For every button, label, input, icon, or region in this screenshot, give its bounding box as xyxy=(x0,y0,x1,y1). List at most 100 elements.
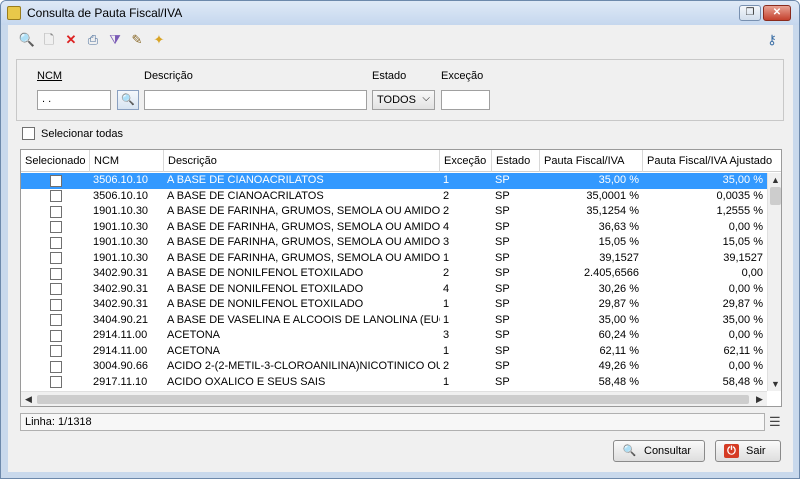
table-row[interactable]: 2914.11.00 ACETONA 1 SP 62,11 % 62,11 % xyxy=(21,344,767,360)
cell-excecao: 1 xyxy=(443,174,450,186)
table-row[interactable]: 3402.90.31 A BASE DE NONILFENOL ETOXILADO… xyxy=(21,297,767,313)
column-header-ncm[interactable]: NCM xyxy=(90,150,164,172)
ncm-input[interactable]: . . xyxy=(37,90,111,110)
row-checkbox[interactable] xyxy=(49,190,62,203)
table-row[interactable]: 3402.90.31 A BASE DE NONILFENOL ETOXILADO… xyxy=(21,282,767,298)
table-row[interactable]: 2914.11.00 ACETONA 3 SP 60,24 % 0,00 % xyxy=(21,328,767,344)
row-checkbox[interactable] xyxy=(49,314,62,327)
row-checkbox[interactable] xyxy=(49,329,62,342)
cell-ncm: 3506.10.10 xyxy=(93,174,149,186)
column-header-estado[interactable]: Estado xyxy=(492,150,540,172)
print-icon[interactable]: ⎙ xyxy=(84,31,102,49)
excecao-input[interactable] xyxy=(441,90,490,110)
cell-pauta: 15,05 % xyxy=(598,236,639,248)
row-checkbox-cell[interactable] xyxy=(21,375,90,391)
cell-estado: SP xyxy=(495,236,510,248)
filter-icon[interactable]: ⧩ xyxy=(106,31,124,49)
cell-pauta: 62,11 % xyxy=(599,344,639,357)
clear-icon[interactable]: ✦ xyxy=(150,31,168,49)
consultar-label: Consultar xyxy=(644,445,692,457)
row-checkbox[interactable] xyxy=(49,236,62,249)
restore-button[interactable]: ❐ xyxy=(739,5,761,21)
column-header-selecionado[interactable]: Selecionado xyxy=(21,150,90,172)
select-all-checkbox[interactable]: Selecionar todas xyxy=(22,127,123,143)
close-button[interactable]: ✕ xyxy=(763,5,791,21)
table-row[interactable]: 3506.10.10 A BASE DE CIANOACRILATOS 1 SP 35,… xyxy=(21,173,767,189)
checkbox[interactable] xyxy=(22,127,35,140)
cell-descricao: A BASE DE FARINHA, GRUMOS, SEMOLA OU AMI… xyxy=(167,205,440,217)
column-header-descricao[interactable]: Descrição xyxy=(164,150,440,172)
table-row[interactable]: 2917.11.10 ACIDO OXALICO E SEUS SAIS 1 SP 58… xyxy=(21,375,767,391)
row-checkbox-cell[interactable] xyxy=(21,173,90,189)
row-checkbox[interactable] xyxy=(49,205,62,218)
row-checkbox[interactable] xyxy=(49,267,62,280)
scroll-right-icon[interactable]: ▶ xyxy=(752,392,767,406)
table-row[interactable]: 3402.90.31 A BASE DE NONILFENOL ETOXILADO… xyxy=(21,266,767,282)
vertical-scrollbar[interactable]: ▲ ▼ xyxy=(767,173,781,391)
scroll-left-icon[interactable]: ◀ xyxy=(21,392,36,406)
select-all-label: Selecionar todas xyxy=(41,128,123,140)
cell-estado: SP xyxy=(495,375,510,388)
row-checkbox-cell[interactable] xyxy=(21,359,90,375)
table-row[interactable]: 3004.90.66 ACIDO 2-(2-METIL-3-CLOROANILIN… xyxy=(21,359,767,375)
estado-select[interactable]: TODOS ⌵ xyxy=(372,90,435,110)
cell-ncm: 1901.10.30 xyxy=(93,220,149,233)
descricao-input[interactable] xyxy=(144,90,367,110)
search-icon[interactable]: 🔍 xyxy=(18,31,36,49)
cell-ncm: 1901.10.30 xyxy=(93,251,149,264)
row-checkbox-cell[interactable] xyxy=(21,344,90,360)
table-row[interactable]: 3506.10.10 A BASE DE CIANOACRILATOS 2 SP 35,… xyxy=(21,189,767,205)
scroll-up-icon[interactable]: ▲ xyxy=(768,173,781,187)
title-bar[interactable]: Consulta de Pauta Fiscal/IVA ❐ ✕ xyxy=(1,1,799,25)
table-row[interactable]: 1901.10.30 A BASE DE FARINHA, GRUMOS, SEM… xyxy=(21,235,767,251)
table-row[interactable]: 1901.10.30 A BASE DE FARINHA, GRUMOS, SEM… xyxy=(21,220,767,236)
results-table: Selecionado NCM Descrição Exceção Estado… xyxy=(20,149,782,407)
row-checkbox-cell[interactable] xyxy=(21,220,90,236)
cell-excecao: 4 xyxy=(443,220,450,233)
edit-icon[interactable]: ✎ xyxy=(128,31,146,49)
table-row[interactable]: 1901.10.30 A BASE DE FARINHA, GRUMOS, SEM… xyxy=(21,204,767,220)
row-checkbox-cell[interactable] xyxy=(21,251,90,267)
scroll-thumb[interactable] xyxy=(770,187,781,205)
row-checkbox[interactable] xyxy=(49,252,62,265)
cell-pauta: 49,26 % xyxy=(598,360,639,372)
row-checkbox-cell[interactable] xyxy=(21,297,90,313)
cell-descricao: ACIDO OXALICO E SEUS SAIS xyxy=(167,375,326,388)
row-checkbox[interactable] xyxy=(49,345,62,358)
new-document-icon[interactable]: 🗋 xyxy=(40,31,58,49)
row-checkbox-cell[interactable] xyxy=(21,204,90,220)
row-checkbox-cell[interactable] xyxy=(21,235,90,251)
ncm-search-button[interactable]: 🔍 xyxy=(117,90,139,110)
cell-excecao: 1 xyxy=(443,344,450,357)
table-row[interactable]: 3404.90.21 A BASE DE VASELINA E ALCOOIS D… xyxy=(21,313,767,329)
row-checkbox[interactable] xyxy=(49,283,62,296)
cell-pauta-ajustado: 62,11 % xyxy=(723,344,763,357)
horizontal-scrollbar[interactable]: ◀ ▶ xyxy=(21,391,767,406)
cell-estado: SP xyxy=(495,189,510,202)
row-checkbox-cell[interactable] xyxy=(21,189,90,205)
consultar-button[interactable]: 🔍 Consultar xyxy=(613,440,705,462)
table-row[interactable]: 1901.10.30 A BASE DE FARINHA, GRUMOS, SEM… xyxy=(21,251,767,267)
row-checkbox-cell[interactable] xyxy=(21,266,90,282)
row-checkbox[interactable] xyxy=(49,376,62,389)
row-checkbox-cell[interactable] xyxy=(21,328,90,344)
cell-pauta: 35,0001 % xyxy=(586,189,639,202)
row-checkbox[interactable] xyxy=(49,360,62,373)
row-checkbox[interactable] xyxy=(49,221,62,234)
delete-icon[interactable]: ✕ xyxy=(62,31,80,49)
estado-selected-value: TODOS xyxy=(377,94,416,106)
scroll-down-icon[interactable]: ▼ xyxy=(768,377,781,391)
sair-button[interactable]: ⏻ Sair xyxy=(715,440,781,462)
row-checkbox[interactable] xyxy=(49,174,62,187)
column-header-excecao[interactable]: Exceção xyxy=(440,150,492,172)
row-checkbox-cell[interactable] xyxy=(21,313,90,329)
column-header-pauta[interactable]: Pauta Fiscal/IVA xyxy=(540,150,643,172)
column-header-pauta-ajustado[interactable]: Pauta Fiscal/IVA Ajustado xyxy=(643,150,781,172)
scroll-thumb[interactable] xyxy=(37,395,749,404)
key-icon[interactable]: ⚷ xyxy=(763,31,781,49)
menu-icon[interactable]: ☰ xyxy=(769,415,783,429)
row-checkbox-cell[interactable] xyxy=(21,282,90,298)
cell-pauta: 36,63 % xyxy=(598,220,639,233)
cell-ncm: 2914.11.00 xyxy=(93,329,148,341)
row-checkbox[interactable] xyxy=(49,298,62,311)
